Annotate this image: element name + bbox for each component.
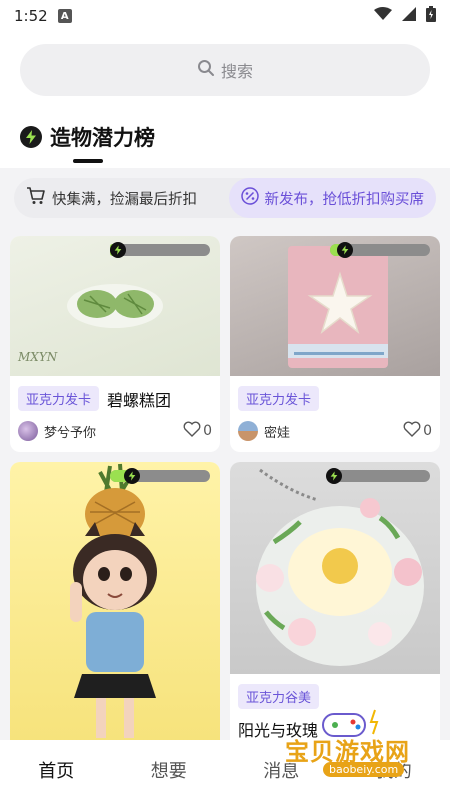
search-icon: [197, 59, 215, 81]
product-card[interactable]: [10, 462, 220, 752]
battery-icon: [426, 6, 436, 26]
promo-new-release[interactable]: 新发布，抢低折扣购买席: [228, 178, 436, 218]
heart-icon: [183, 421, 201, 441]
progress-bar: [110, 242, 210, 258]
watermark-url: baobeiy.com: [323, 762, 405, 777]
product-name: 碧螺糕团: [107, 390, 172, 410]
card-info: 亚克力发卡 碧螺糕团 梦兮予你 0: [10, 376, 220, 441]
search-placeholder: 搜索: [220, 62, 253, 81]
user-name[interactable]: 梦兮予你: [44, 422, 96, 441]
discount-icon: [240, 187, 259, 209]
user-name[interactable]: 密娃: [264, 422, 290, 441]
status-time: 1:52: [14, 7, 48, 25]
app-notification-icon: A: [57, 9, 72, 23]
like-button[interactable]: 0: [403, 421, 432, 441]
progress-bar: [110, 468, 210, 484]
category-tag: 亚克力发卡: [238, 386, 320, 411]
image-caption: MXYN: [18, 350, 58, 364]
like-button[interactable]: 0: [183, 421, 212, 441]
lightning-icon: [326, 468, 342, 484]
like-count: 0: [423, 423, 432, 439]
product-image: [10, 462, 220, 752]
product-image: MXYN: [10, 236, 220, 376]
product-card[interactable]: 亚克力发卡 密娃 0: [230, 236, 440, 452]
watermark: 宝贝游戏网 baobeiy.com: [275, 700, 445, 790]
section-title[interactable]: 造物潜力榜: [20, 122, 155, 152]
heart-icon: [403, 421, 421, 441]
section-title-label: 造物潜力榜: [50, 126, 155, 150]
promo-label: 新发布，抢低折扣购买席: [264, 191, 425, 208]
progress-bar: [326, 468, 430, 484]
header: 搜索: [0, 32, 450, 108]
promo-bar: 快集满，捡漏最后折扣 新发布，抢低折扣购买席: [14, 178, 436, 218]
promo-almost-full[interactable]: 快集满，捡漏最后折扣: [14, 178, 209, 218]
category-tag: 亚克力发卡: [18, 386, 100, 411]
nav-home[interactable]: 首页: [0, 757, 113, 783]
status-icons: [374, 6, 436, 26]
product-image: [230, 236, 440, 376]
product-image: [230, 462, 440, 674]
search-bar[interactable]: 搜索: [20, 44, 430, 96]
avatar[interactable]: [238, 421, 258, 441]
product-card[interactable]: MXYN 亚克力发卡 碧螺糕团 梦兮予你 0: [10, 236, 220, 452]
progress-bar: [330, 242, 430, 258]
lightning-icon: [337, 242, 353, 258]
promo-label: 快集满，捡漏最后折扣: [52, 191, 197, 208]
nav-wishlist[interactable]: 想要: [113, 757, 226, 783]
like-count: 0: [203, 423, 212, 439]
lightning-icon: [20, 126, 42, 148]
wifi-icon: [374, 7, 392, 25]
avatar[interactable]: [18, 421, 38, 441]
section-header: 造物潜力榜: [0, 108, 450, 168]
signal-icon: [402, 7, 416, 25]
lightning-icon: [124, 468, 140, 484]
cart-icon: [26, 187, 46, 209]
status-bar: 1:52 A: [0, 0, 450, 32]
tab-indicator: [73, 159, 103, 163]
card-info: 亚克力发卡 密娃 0: [230, 376, 440, 441]
lightning-icon: [110, 242, 126, 258]
